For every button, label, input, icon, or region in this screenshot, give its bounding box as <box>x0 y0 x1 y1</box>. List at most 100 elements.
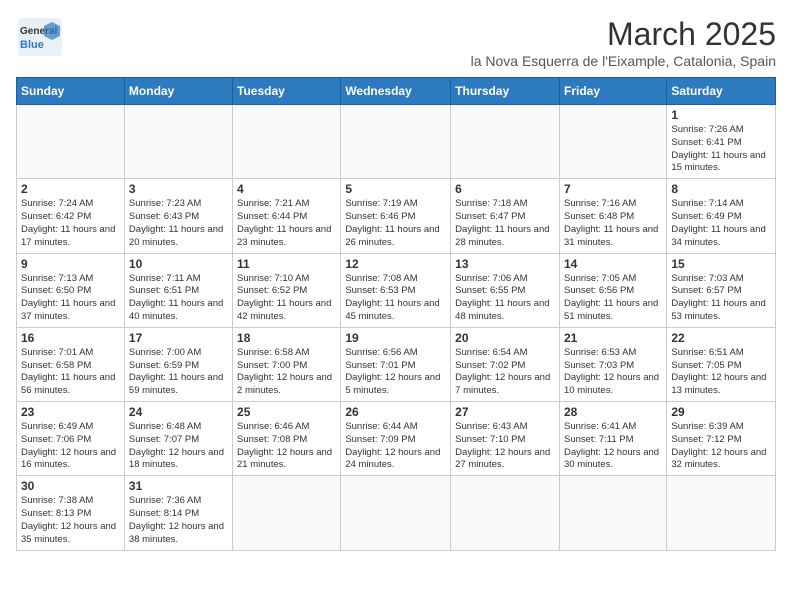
header-tuesday: Tuesday <box>233 78 341 105</box>
day-info: Sunrise: 7:11 AMSunset: 6:51 PMDaylight:… <box>129 273 228 324</box>
table-row: 27 Sunrise: 6:43 AMSunset: 7:10 PMDayligh… <box>451 402 560 476</box>
table-row: 15Sunrise: 7:03 AMSunset: 6:57 PMDayligh… <box>667 253 776 327</box>
table-row: 3 Sunrise: 7:23 AMSunset: 6:43 PMDaylight… <box>124 179 232 253</box>
day-number: 7 <box>564 182 662 196</box>
table-row <box>341 476 451 550</box>
calendar-week-row: 30Sunrise: 7:38 AMSunset: 8:13 PMDayligh… <box>17 476 776 550</box>
header-friday: Friday <box>559 78 666 105</box>
table-row: 17 Sunrise: 7:00 AMSunset: 6:59 PMDayligh… <box>124 327 232 401</box>
day-info: Sunrise: 6:58 AMSunset: 7:00 PMDaylight:… <box>237 347 336 398</box>
day-info: Sunrise: 7:21 AMSunset: 6:44 PMDaylight:… <box>237 198 336 249</box>
day-info: Sunrise: 6:46 AMSunset: 7:08 PMDaylight:… <box>237 421 336 472</box>
table-row <box>341 105 451 179</box>
day-number: 2 <box>21 182 120 196</box>
header-saturday: Saturday <box>667 78 776 105</box>
table-row: 23 Sunrise: 6:49 AMSunset: 7:06 PMDayligh… <box>17 402 125 476</box>
day-number: 24 <box>129 405 228 419</box>
day-info: Sunrise: 7:00 AMSunset: 6:59 PMDaylight:… <box>129 347 228 398</box>
day-number: 21 <box>564 331 662 345</box>
table-row: 22 Sunrise: 6:51 AMSunset: 7:05 PMDayligh… <box>667 327 776 401</box>
day-info: Sunrise: 7:36 AMSunset: 8:14 PMDaylight:… <box>129 495 228 546</box>
calendar-week-row: 16Sunrise: 7:01 AMSunset: 6:58 PMDayligh… <box>17 327 776 401</box>
table-row <box>451 476 560 550</box>
day-info: Sunrise: 7:26 AMSunset: 6:41 PMDaylight:… <box>671 124 771 175</box>
day-number: 17 <box>129 331 228 345</box>
logo: General Blue <box>16 16 64 58</box>
table-row: 26 Sunrise: 6:44 AMSunset: 7:09 PMDayligh… <box>341 402 451 476</box>
location-subtitle: la Nova Esquerra de l'Eixample, Cataloni… <box>471 53 776 69</box>
table-row: 25 Sunrise: 6:46 AMSunset: 7:08 PMDayligh… <box>233 402 341 476</box>
day-info: Sunrise: 6:44 AMSunset: 7:09 PMDaylight:… <box>345 421 446 472</box>
calendar-table: Sunday Monday Tuesday Wednesday Thursday… <box>16 77 776 551</box>
day-info: Sunrise: 7:03 AMSunset: 6:57 PMDaylight:… <box>671 273 771 324</box>
day-info: Sunrise: 7:14 AMSunset: 6:49 PMDaylight:… <box>671 198 771 249</box>
day-number: 4 <box>237 182 336 196</box>
table-row: 31 Sunrise: 7:36 AMSunset: 8:14 PMDayligh… <box>124 476 232 550</box>
table-row: 8Sunrise: 7:14 AMSunset: 6:49 PMDaylight… <box>667 179 776 253</box>
table-row <box>124 105 232 179</box>
day-info: Sunrise: 6:49 AMSunset: 7:06 PMDaylight:… <box>21 421 120 472</box>
day-info: Sunrise: 6:51 AMSunset: 7:05 PMDaylight:… <box>671 347 771 398</box>
table-row: 28Sunrise: 6:41 AMSunset: 7:11 PMDayligh… <box>559 402 666 476</box>
day-info: Sunrise: 6:53 AMSunset: 7:03 PMDaylight:… <box>564 347 662 398</box>
table-row: 6 Sunrise: 7:18 AMSunset: 6:47 PMDaylight… <box>451 179 560 253</box>
title-area: March 2025 la Nova Esquerra de l'Eixampl… <box>471 16 776 69</box>
header-monday: Monday <box>124 78 232 105</box>
table-row: 20Sunrise: 6:54 AMSunset: 7:02 PMDayligh… <box>451 327 560 401</box>
day-info: Sunrise: 7:18 AMSunset: 6:47 PMDaylight:… <box>455 198 555 249</box>
day-number: 26 <box>345 405 446 419</box>
day-number: 16 <box>21 331 120 345</box>
day-info: Sunrise: 7:06 AMSunset: 6:55 PMDaylight:… <box>455 273 555 324</box>
day-number: 14 <box>564 257 662 271</box>
table-row: 18 Sunrise: 6:58 AMSunset: 7:00 PMDayligh… <box>233 327 341 401</box>
day-info: Sunrise: 7:24 AMSunset: 6:42 PMDaylight:… <box>21 198 120 249</box>
day-number: 11 <box>237 257 336 271</box>
day-info: Sunrise: 7:05 AMSunset: 6:56 PMDaylight:… <box>564 273 662 324</box>
table-row: 13 Sunrise: 7:06 AMSunset: 6:55 PMDayligh… <box>451 253 560 327</box>
day-number: 3 <box>129 182 228 196</box>
day-number: 31 <box>129 479 228 493</box>
day-info: Sunrise: 7:38 AMSunset: 8:13 PMDaylight:… <box>21 495 120 546</box>
day-number: 25 <box>237 405 336 419</box>
calendar-week-row: 23 Sunrise: 6:49 AMSunset: 7:06 PMDayligh… <box>17 402 776 476</box>
day-info: Sunrise: 6:48 AMSunset: 7:07 PMDaylight:… <box>129 421 228 472</box>
day-info: Sunrise: 6:43 AMSunset: 7:10 PMDaylight:… <box>455 421 555 472</box>
header-wednesday: Wednesday <box>341 78 451 105</box>
table-row <box>667 476 776 550</box>
table-row: 21 Sunrise: 6:53 AMSunset: 7:03 PMDayligh… <box>559 327 666 401</box>
svg-text:Blue: Blue <box>20 39 44 51</box>
day-number: 13 <box>455 257 555 271</box>
table-row <box>559 476 666 550</box>
day-info: Sunrise: 7:08 AMSunset: 6:53 PMDaylight:… <box>345 273 446 324</box>
day-info: Sunrise: 6:41 AMSunset: 7:11 PMDaylight:… <box>564 421 662 472</box>
calendar-week-row: 2 Sunrise: 7:24 AMSunset: 6:42 PMDaylight… <box>17 179 776 253</box>
day-number: 27 <box>455 405 555 419</box>
day-number: 19 <box>345 331 446 345</box>
day-number: 6 <box>455 182 555 196</box>
table-row: 9Sunrise: 7:13 AMSunset: 6:50 PMDaylight… <box>17 253 125 327</box>
table-row: 19Sunrise: 6:56 AMSunset: 7:01 PMDayligh… <box>341 327 451 401</box>
calendar-header-row: Sunday Monday Tuesday Wednesday Thursday… <box>17 78 776 105</box>
day-number: 22 <box>671 331 771 345</box>
table-row: 16Sunrise: 7:01 AMSunset: 6:58 PMDayligh… <box>17 327 125 401</box>
header-thursday: Thursday <box>451 78 560 105</box>
table-row: 14 Sunrise: 7:05 AMSunset: 6:56 PMDayligh… <box>559 253 666 327</box>
day-info: Sunrise: 6:54 AMSunset: 7:02 PMDaylight:… <box>455 347 555 398</box>
day-number: 1 <box>671 108 771 122</box>
day-number: 10 <box>129 257 228 271</box>
day-info: Sunrise: 7:19 AMSunset: 6:46 PMDaylight:… <box>345 198 446 249</box>
table-row <box>559 105 666 179</box>
month-title: March 2025 <box>471 16 776 53</box>
table-row <box>233 105 341 179</box>
day-number: 5 <box>345 182 446 196</box>
table-row: 12Sunrise: 7:08 AMSunset: 6:53 PMDayligh… <box>341 253 451 327</box>
day-number: 23 <box>21 405 120 419</box>
day-info: Sunrise: 7:16 AMSunset: 6:48 PMDaylight:… <box>564 198 662 249</box>
calendar-week-row: 9Sunrise: 7:13 AMSunset: 6:50 PMDaylight… <box>17 253 776 327</box>
day-info: Sunrise: 7:23 AMSunset: 6:43 PMDaylight:… <box>129 198 228 249</box>
day-number: 18 <box>237 331 336 345</box>
table-row: 5 Sunrise: 7:19 AMSunset: 6:46 PMDaylight… <box>341 179 451 253</box>
calendar-week-row: 1 Sunrise: 7:26 AMSunset: 6:41 PMDaylight… <box>17 105 776 179</box>
header-sunday: Sunday <box>17 78 125 105</box>
page-header: General Blue March 2025 la Nova Esquerra… <box>16 16 776 69</box>
